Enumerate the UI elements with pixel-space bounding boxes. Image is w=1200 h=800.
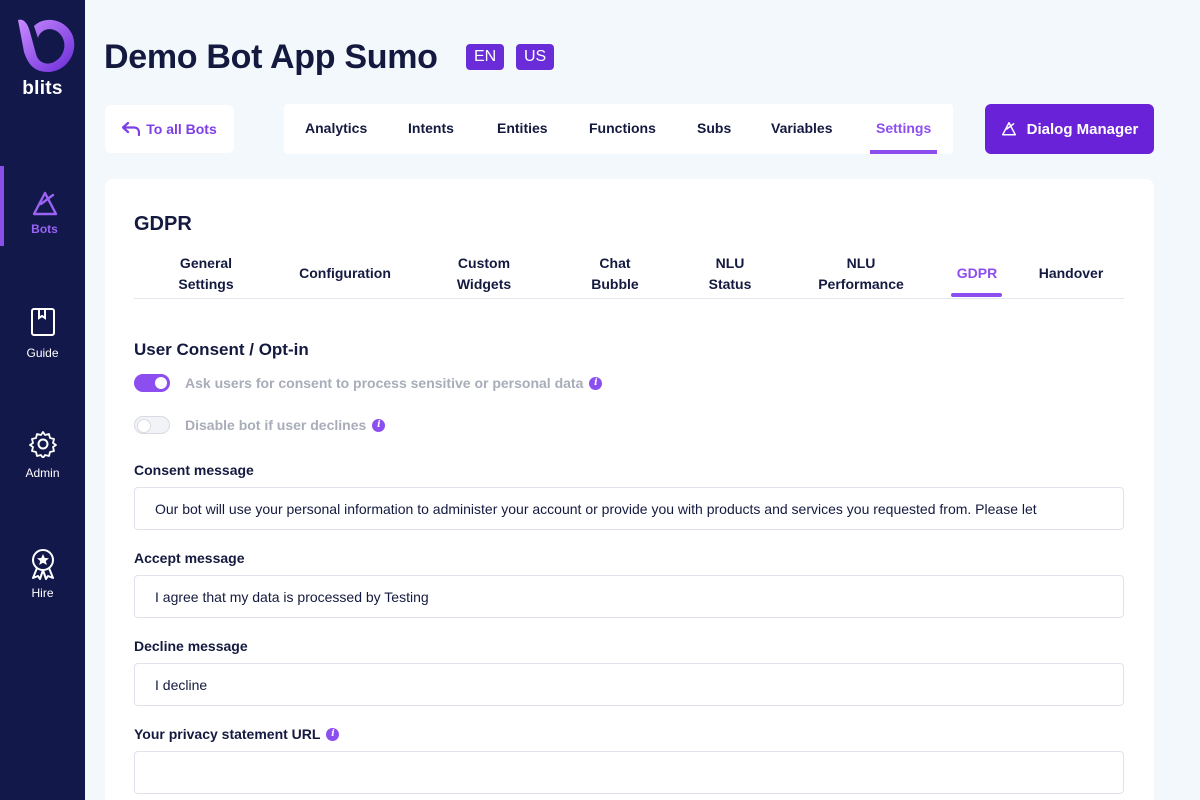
blits-logo[interactable]: blits (0, 14, 85, 100)
dialog-manager-label: Dialog Manager (1026, 120, 1139, 138)
decline-message-label: Decline message (134, 638, 248, 654)
tab-subs[interactable]: Subs (697, 104, 731, 154)
logo-text: blits (22, 78, 63, 99)
accept-message-input[interactable] (134, 575, 1124, 618)
info-icon[interactable]: i (589, 376, 603, 390)
gear-icon (28, 431, 57, 458)
sidebar-item-label: Admin (25, 466, 60, 480)
sidebar-item-label: Guide (26, 346, 59, 360)
subtab-chat-bubble[interactable]: Chat Bubble (591, 253, 638, 295)
subtab-general-settings[interactable]: General Settings (178, 253, 233, 295)
page-title: Demo Bot App Sumo (104, 38, 438, 76)
bots-triangle-icon (32, 191, 57, 216)
disable-bot-toggle[interactable] (134, 416, 170, 434)
sidebar-item-label: Bots (31, 222, 58, 236)
subtab-gdpr[interactable]: GDPR (957, 263, 997, 284)
disable-bot-toggle-label: Disable bot if user declines i (185, 417, 386, 433)
privacy-url-label: Your privacy statement URL i (134, 726, 340, 742)
back-to-all-bots-button[interactable]: To all Bots (105, 105, 234, 153)
consent-message-input[interactable] (134, 487, 1124, 530)
toggle-label-text: Disable bot if user declines (185, 417, 367, 433)
field-label-text: Accept message (134, 550, 245, 566)
accept-message-label: Accept message (134, 550, 245, 566)
consent-message-label: Consent message (134, 462, 254, 478)
subtab-nlu-status[interactable]: NLU Status (709, 253, 752, 295)
info-icon[interactable]: i (372, 418, 386, 432)
section-title: User Consent / Opt-in (134, 340, 309, 359)
sidebar-item-guide[interactable]: Guide (0, 306, 85, 386)
tab-functions[interactable]: Functions (589, 104, 656, 154)
back-arrow-icon (122, 122, 141, 136)
book-icon (30, 308, 55, 336)
card-title: GDPR (134, 213, 192, 235)
subtab-custom-widgets[interactable]: Custom Widgets (457, 253, 511, 295)
tab-analytics[interactable]: Analytics (305, 104, 367, 154)
back-button-label: To all Bots (146, 121, 217, 137)
sidebar-item-label: Hire (31, 586, 54, 600)
region-badge: US (516, 44, 555, 70)
consent-toggle[interactable] (134, 374, 170, 392)
privacy-url-input[interactable] (134, 751, 1124, 794)
tab-entities[interactable]: Entities (497, 104, 548, 154)
language-badge: EN (466, 44, 505, 70)
dialog-manager-button[interactable]: Dialog Manager (985, 104, 1154, 154)
field-label-text: Decline message (134, 638, 248, 654)
consent-toggle-label: Ask users for consent to process sensiti… (185, 375, 603, 391)
decline-message-input[interactable] (134, 663, 1124, 706)
tab-variables[interactable]: Variables (771, 104, 833, 154)
sidebar-item-bots[interactable]: Bots (0, 166, 85, 246)
subtab-handover[interactable]: Handover (1039, 263, 1104, 284)
settings-sub-tabs: General Settings Configuration Custom Wi… (134, 243, 1124, 299)
settings-card: GDPR General Settings Configuration Cust… (105, 179, 1154, 800)
subtab-nlu-performance[interactable]: NLU Performance (818, 253, 904, 295)
award-icon (31, 549, 54, 580)
field-label-text: Consent message (134, 462, 254, 478)
info-icon[interactable]: i (326, 727, 340, 741)
sidebar-item-admin[interactable]: Admin (0, 430, 85, 510)
main-tabs: Analytics Intents Entities Functions Sub… (284, 104, 953, 154)
toggle-label-text: Ask users for consent to process sensiti… (185, 375, 584, 391)
blits-logo-icon (17, 19, 74, 72)
tab-intents[interactable]: Intents (408, 104, 454, 154)
subtab-configuration[interactable]: Configuration (299, 263, 391, 284)
sidebar-item-hire[interactable]: Hire (0, 548, 85, 628)
tab-settings[interactable]: Settings (869, 104, 938, 154)
active-subtab-indicator (951, 293, 1002, 297)
bots-triangle-icon (1001, 121, 1016, 136)
field-label-text: Your privacy statement URL (134, 726, 321, 742)
sidebar: blits Bots Guide Admin Hire (0, 0, 85, 800)
